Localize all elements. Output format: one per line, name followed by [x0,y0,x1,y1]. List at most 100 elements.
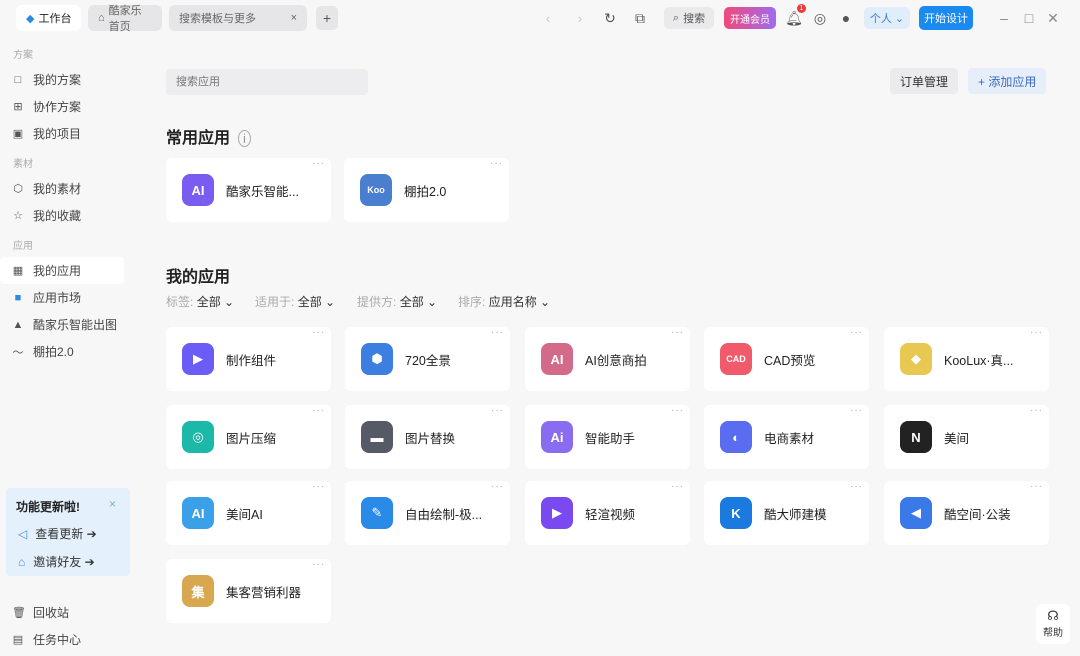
more-options-icon[interactable]: ··· [491,327,504,338]
my-apps-title: 我的应用 [166,263,230,287]
app-card[interactable]: ◎ 图片压缩 ··· [166,405,331,469]
app-card[interactable]: ▬ 图片替换 ··· [345,405,510,469]
sidebar-item-tasks[interactable]: ▤任务中心 [0,626,124,653]
section-label: 应用 [0,237,130,257]
app-card[interactable]: ⬢ 720全景 ··· [345,327,510,391]
home-icon: ⌂ [98,12,105,24]
more-options-icon[interactable]: ··· [671,327,684,338]
bell-icon[interactable]: 🔔︎1 [784,8,804,28]
order-management-button[interactable]: 订单管理 [890,68,958,94]
app-card[interactable]: AI 美间AI ··· [166,481,331,545]
star-icon: ☆ [12,209,24,222]
app-card[interactable]: Koo 棚拍2.0 ··· [344,158,509,222]
search-button[interactable]: ⌕搜索 [664,7,714,29]
new-tab-button[interactable]: + [316,6,338,30]
sidebar-item-favorites[interactable]: ☆我的收藏 [0,202,124,229]
search-icon: ⌕ [673,12,679,25]
chevron-down-icon: ⌄ [895,12,904,25]
sidebar-item-studio[interactable]: ～棚拍2.0 [0,338,124,365]
sidebar-item-my-materials[interactable]: ⬡我的素材 [0,175,124,202]
more-options-icon[interactable]: ··· [312,481,325,492]
app-logo-icon: ◐ [720,421,752,453]
more-options-icon[interactable]: ··· [312,158,325,169]
sidebar-item-my-plans[interactable]: □我的方案 [0,66,124,93]
tab-home[interactable]: ⌂酷家乐首页 [88,5,162,31]
task-icon: ▤ [12,633,24,646]
info-icon[interactable]: i [238,130,251,147]
section-label: 素材 [0,155,130,175]
invite-friends-link[interactable]: ⌂邀请好友 ➔ [18,553,95,570]
vip-button[interactable]: 开通会员 [724,7,776,29]
more-options-icon[interactable]: ··· [1030,481,1043,492]
help-button[interactable]: ☊帮助 [1036,604,1070,644]
tab-search[interactable]: 搜索模板与更多× [169,5,307,31]
project-icon: ▣ [12,127,24,140]
more-options-icon[interactable]: ··· [850,405,863,416]
sidebar-item-ai-render[interactable]: ▲酷家乐智能出图 [0,311,124,338]
more-options-icon[interactable]: ··· [312,559,325,570]
app-logo-icon: K [720,497,752,529]
app-card[interactable]: ▶ 制作组件 ··· [166,327,331,391]
close-icon[interactable]: × [109,497,116,511]
add-app-button[interactable]: + 添加应用 [968,68,1046,94]
app-card[interactable]: AI 酷家乐智能... ··· [166,158,331,222]
more-options-icon[interactable]: ··· [312,327,325,338]
app-logo-icon: AI [182,174,214,206]
sidebar-item-my-apps[interactable]: ▦我的应用 [0,257,124,284]
app-logo-icon: ⬢ [361,343,393,375]
start-design-button[interactable]: 开始设计 [919,6,973,30]
app-logo-icon: ◎ [182,421,214,453]
minimize-icon[interactable]: – [994,8,1014,28]
more-options-icon[interactable]: ··· [491,481,504,492]
app-card[interactable]: ◀ 酷空间·公装 ··· [884,481,1049,545]
filter-dropdown[interactable]: 提供方: 全部 ⌄ [357,293,437,310]
app-logo-icon: CAD [720,343,752,375]
filter-dropdown[interactable]: 适用于: 全部 ⌄ [255,293,335,310]
copy-icon[interactable]: ⧉ [630,8,650,28]
app-card[interactable]: ✎ 自由绘制-极... ··· [345,481,510,545]
more-options-icon[interactable]: ··· [850,481,863,492]
plan-icon: □ [12,74,24,86]
forward-icon[interactable]: › [570,8,590,28]
title-bar: ◆工作台 ⌂酷家乐首页 搜索模板与更多× + ‹ › ↻ ⧉ ⌕搜索 开通会员 … [0,0,1080,36]
more-options-icon[interactable]: ··· [671,481,684,492]
refresh-icon[interactable]: ↻ [600,8,620,28]
filter-dropdown[interactable]: 标签: 全部 ⌄ [166,293,234,310]
app-card[interactable]: N 美间 ··· [884,405,1049,469]
more-options-icon[interactable]: ··· [671,405,684,416]
account-switch[interactable]: 个人⌄ [864,7,910,29]
logo-icon: ◆ [26,12,34,25]
tab-workbench[interactable]: ◆工作台 [16,5,81,31]
app-card[interactable]: ◐ 电商素材 ··· [704,405,869,469]
app-logo-icon: N [900,421,932,453]
filter-dropdown[interactable]: 排序: 应用名称 ⌄ [458,293,550,310]
more-options-icon[interactable]: ··· [1030,405,1043,416]
sidebar-item-trash[interactable]: 🗑回收站 [0,599,124,626]
more-options-icon[interactable]: ··· [1030,327,1043,338]
close-window-icon[interactable]: ✕ [1043,8,1063,28]
chevron-down-icon: ⌄ [221,295,234,309]
avatar[interactable]: ● [836,8,856,28]
app-card[interactable]: ▶ 轻渲视频 ··· [525,481,690,545]
view-updates-link[interactable]: ◁查看更新 ➔ [18,525,97,542]
maximize-icon[interactable]: □ [1019,8,1039,28]
sidebar-item-app-market[interactable]: ■应用市场 [0,284,124,311]
back-icon[interactable]: ‹ [538,8,558,28]
more-options-icon[interactable]: ··· [490,158,503,169]
sidebar-item-collab-plans[interactable]: ⊞协作方案 [0,93,124,120]
sidebar-item-my-projects[interactable]: ▣我的项目 [0,120,124,147]
settings-icon[interactable]: ◎ [810,8,830,28]
app-card[interactable]: Ai 智能助手 ··· [525,405,690,469]
app-card[interactable]: K 酷大师建模 ··· [704,481,869,545]
more-options-icon[interactable]: ··· [850,327,863,338]
search-input[interactable] [166,69,368,95]
more-options-icon[interactable]: ··· [491,405,504,416]
more-options-icon[interactable]: ··· [312,405,325,416]
app-card[interactable]: AI AI创意商拍 ··· [525,327,690,391]
app-card[interactable]: CAD CAD预览 ··· [704,327,869,391]
app-logo-icon: ▶ [541,497,573,529]
app-card[interactable]: ◆ KooLux·真... ··· [884,327,1049,391]
app-card[interactable]: 集 集客营销利器 ··· [166,559,331,623]
common-apps-title: 常用应用i [166,124,251,148]
close-tab-icon[interactable]: × [291,12,297,24]
